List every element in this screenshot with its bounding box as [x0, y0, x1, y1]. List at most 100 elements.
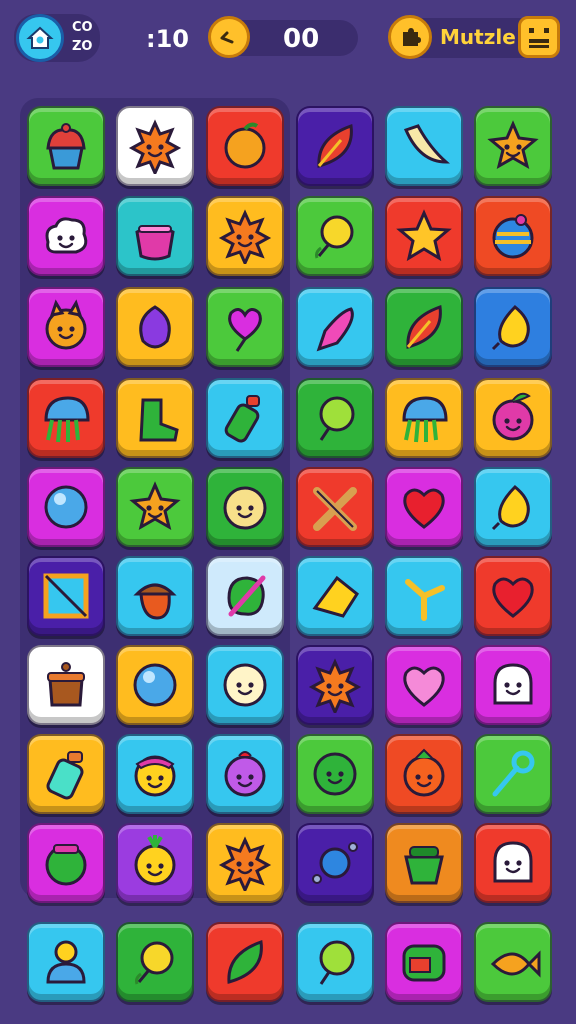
grid-tile[interactable] [116, 556, 194, 636]
treasure-pot-icon [47, 662, 85, 707]
score-value: 00 [283, 24, 320, 54]
striped-ball-icon [492, 214, 534, 259]
tray-tile[interactable] [474, 922, 552, 1002]
grid-tile[interactable] [206, 823, 284, 903]
grid-tile[interactable] [206, 378, 284, 458]
grid-tile[interactable] [116, 287, 194, 367]
grid-tile[interactable] [296, 196, 374, 276]
puzzle-piece-icon [403, 28, 421, 46]
sun-face-icon [218, 209, 272, 264]
sun-face-icon [308, 658, 362, 713]
grid-tile[interactable] [116, 196, 194, 276]
grid-tile[interactable] [385, 378, 463, 458]
grid-tile[interactable] [206, 196, 284, 276]
grid-tile[interactable] [206, 467, 284, 547]
badge-line-2: ZO [72, 39, 93, 54]
grid-tile[interactable] [27, 287, 105, 367]
picture-frame-icon [43, 573, 89, 619]
jellyfish-icon [402, 396, 448, 443]
sun-face-icon [128, 119, 182, 174]
jar-icon [46, 751, 84, 800]
heart-icon [403, 488, 445, 529]
grid-tile[interactable] [206, 287, 284, 367]
grid-tile[interactable] [116, 106, 194, 186]
tray-tile[interactable] [385, 922, 463, 1002]
grid-tile[interactable] [474, 196, 552, 276]
green-jar-icon [45, 844, 87, 886]
grid-tile[interactable] [474, 467, 552, 547]
grid-tile[interactable] [206, 645, 284, 725]
grid-tile[interactable] [296, 823, 374, 903]
grid-tile[interactable] [296, 734, 374, 814]
grid-tile[interactable] [206, 556, 284, 636]
grid-tile[interactable] [296, 378, 374, 458]
fish-icon [490, 950, 541, 978]
grid-tile[interactable] [474, 734, 552, 814]
grid-tile[interactable] [206, 734, 284, 814]
grid-tile[interactable] [296, 645, 374, 725]
grid-tile[interactable] [474, 287, 552, 367]
cloud-face-icon [45, 217, 88, 254]
grid-tile[interactable] [296, 556, 374, 636]
title-icon-button[interactable] [388, 15, 432, 59]
lemon-drop-icon [491, 484, 530, 531]
grid-tile[interactable] [27, 645, 105, 725]
tray-tile[interactable] [296, 922, 374, 1002]
heart-icon [492, 577, 534, 618]
green-bottle-icon [224, 395, 260, 443]
tray-tile[interactable] [27, 922, 105, 1002]
grid-tile[interactable] [385, 556, 463, 636]
person-icon [46, 940, 86, 984]
grid-tile[interactable] [116, 734, 194, 814]
menu-button[interactable] [518, 16, 560, 58]
cupcake-icon [46, 123, 86, 170]
grid-tile[interactable] [385, 287, 463, 367]
grid-tile[interactable] [27, 823, 105, 903]
grid-tile[interactable] [27, 106, 105, 186]
grid-tile[interactable] [296, 287, 374, 367]
grid-tile[interactable] [385, 823, 463, 903]
grid-tile[interactable] [385, 106, 463, 186]
grid-tile[interactable] [385, 196, 463, 276]
green-boot-icon [139, 398, 179, 442]
grid-tile[interactable] [27, 467, 105, 547]
acorn-icon [133, 583, 177, 620]
grid-tile[interactable] [474, 106, 552, 186]
grid-tile[interactable] [27, 734, 105, 814]
jellyfish-icon [44, 396, 90, 443]
grid-tile[interactable] [385, 734, 463, 814]
grid-tile[interactable] [27, 556, 105, 636]
grid-tile[interactable] [474, 556, 552, 636]
green-smile-icon [313, 752, 357, 796]
lime-balloon-icon [319, 940, 355, 985]
game-title: Mutzle [440, 25, 516, 49]
grid-tile[interactable] [474, 645, 552, 725]
clock-hand-icon [220, 31, 234, 44]
grid-tile[interactable] [27, 196, 105, 276]
grid-tile[interactable] [296, 106, 374, 186]
radish-face-icon [492, 392, 534, 441]
lime-balloon-icon [319, 396, 355, 441]
timer-button[interactable] [208, 16, 250, 58]
heart-balloon-icon [228, 308, 262, 352]
grid-tile[interactable] [385, 645, 463, 725]
grid-tile[interactable] [385, 467, 463, 547]
grid-tile[interactable] [116, 378, 194, 458]
grid-tile[interactable] [474, 823, 552, 903]
grid-tile[interactable] [116, 645, 194, 725]
orange-fruit-icon [224, 122, 266, 169]
badge-line-1: CO [72, 20, 93, 35]
grid-tile[interactable] [474, 378, 552, 458]
grid-tile[interactable] [27, 378, 105, 458]
grid-tile[interactable] [116, 467, 194, 547]
lemon-drop-icon [491, 304, 530, 351]
grid-tile[interactable] [206, 106, 284, 186]
grid-tile[interactable] [296, 467, 374, 547]
slingshot-icon [405, 579, 445, 621]
magic-wand-icon [492, 750, 535, 797]
moon-face-icon [223, 663, 267, 707]
tray-tile[interactable] [116, 922, 194, 1002]
tray-tile[interactable] [206, 922, 284, 1002]
home-button[interactable] [16, 14, 64, 62]
grid-tile[interactable] [116, 823, 194, 903]
